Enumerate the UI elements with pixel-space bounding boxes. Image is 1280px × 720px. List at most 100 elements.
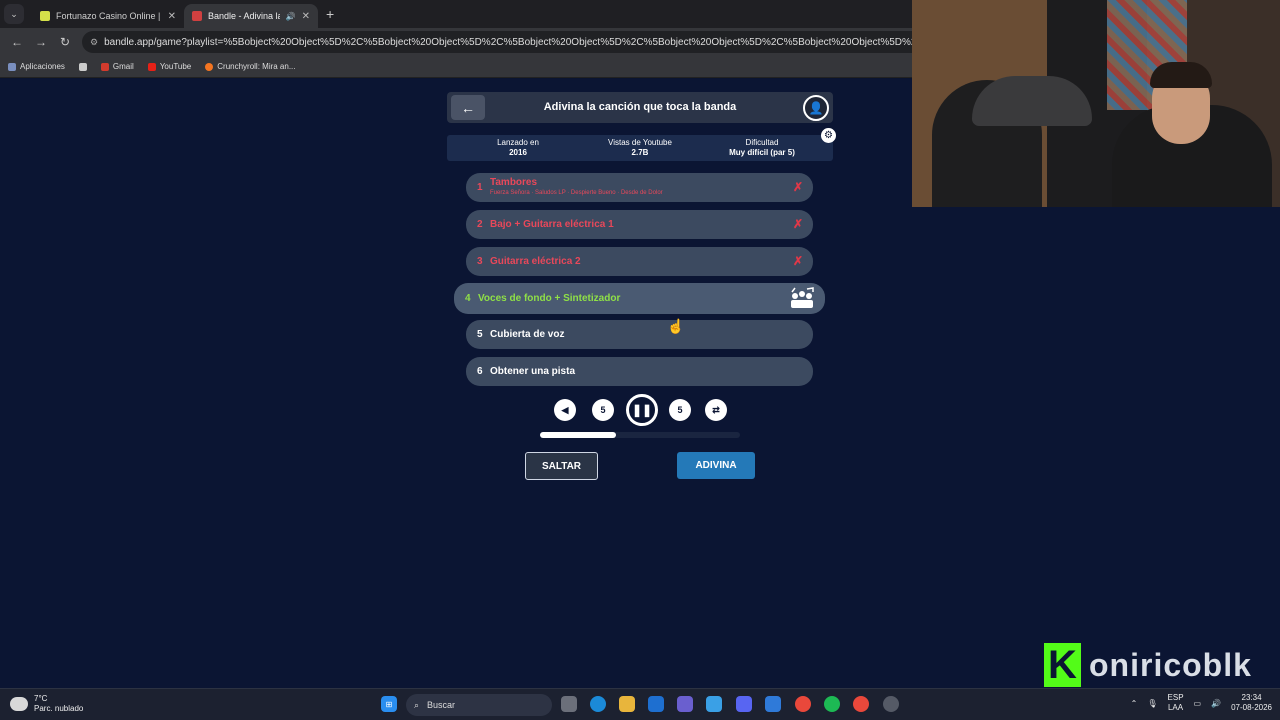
- app-icon[interactable]: [765, 696, 781, 712]
- track-label: Guitarra eléctrica 2: [490, 256, 581, 267]
- youtube-icon: [147, 62, 156, 71]
- taskbar-search[interactable]: ⌕ Buscar: [406, 694, 552, 716]
- wrong-x-icon: ✗: [792, 217, 803, 231]
- bookmark-crunchyroll[interactable]: Crunchyroll: Mira an...: [205, 62, 296, 71]
- track-row-4[interactable]: 4 Voces de fondo + Sintetizador: [454, 283, 825, 314]
- info-value: Muy difícil (par 5): [729, 148, 795, 157]
- track-row-6[interactable]: 6 Obtener una pista: [466, 357, 813, 386]
- bookmark-aplicaciones[interactable]: Aplicaciones: [8, 62, 65, 71]
- forward-label: 5: [677, 405, 683, 415]
- gmail-icon: [100, 62, 109, 71]
- windows-start-icon[interactable]: ⊞: [381, 696, 397, 712]
- site-info-icon[interactable]: ⚙: [90, 37, 98, 48]
- volume-speaker-icon[interactable]: ◀: [554, 399, 576, 421]
- clock[interactable]: 23:34 07-08-2026: [1231, 693, 1272, 713]
- spotify-icon[interactable]: [824, 696, 840, 712]
- track-label: Tambores: [490, 177, 538, 188]
- track-number: 3: [477, 256, 483, 267]
- pause-button[interactable]: ❚❚: [626, 394, 658, 426]
- bookmark-grid[interactable]: [78, 62, 87, 71]
- track-number: 1: [477, 182, 483, 193]
- track-row-3[interactable]: 3 Guitarra eléctrica 2 ✗: [466, 247, 813, 276]
- hand-cursor-icon: ☝: [667, 318, 685, 334]
- bandle-favicon-icon: [192, 11, 202, 21]
- microphone-icon[interactable]: 🎙: [1147, 699, 1157, 708]
- bookmark-label: Gmail: [112, 62, 134, 71]
- forward-5-button[interactable]: 5: [669, 399, 691, 421]
- discord-icon[interactable]: [736, 696, 752, 712]
- close-tab-icon[interactable]: ✕: [168, 11, 176, 22]
- user-profile-button[interactable]: 👤: [803, 95, 829, 121]
- guess-button[interactable]: ADIVINA: [677, 452, 755, 479]
- playback-progress-bar[interactable]: [540, 432, 740, 438]
- track-row-5[interactable]: 5 Cubierta de voz: [466, 320, 813, 349]
- track-number: 2: [477, 219, 483, 230]
- track-number: 6: [477, 366, 483, 377]
- forward-arrow-icon[interactable]: →: [34, 35, 48, 49]
- user-icon: 👤: [808, 101, 824, 115]
- rewind-label: 5: [600, 405, 606, 415]
- speaker-icon[interactable]: 🔊: [286, 12, 296, 21]
- chrome-active-icon[interactable]: [853, 696, 869, 712]
- weather-widget[interactable]: 7°C Parc. nublado: [10, 694, 83, 714]
- track-number: 5: [477, 329, 483, 340]
- settings-gear-icon[interactable]: ⚙: [821, 128, 836, 143]
- reload-icon[interactable]: ↻: [58, 35, 72, 49]
- track-label: Voces de fondo + Sintetizador: [478, 293, 621, 304]
- tab-list-chevron-icon[interactable]: ⌄: [4, 4, 24, 24]
- obs-icon[interactable]: [883, 696, 899, 712]
- teams-icon[interactable]: [677, 696, 693, 712]
- search-icon: ⌕: [414, 699, 420, 710]
- apps-grid-icon: [8, 62, 16, 71]
- browser-tab-casino[interactable]: Fortunazo Casino Online | Trag ✕: [32, 4, 184, 28]
- page-title: Adivina la canción que toca la banda: [543, 101, 737, 113]
- channel-name: oniricoblk: [1089, 646, 1252, 683]
- band-icon: [791, 287, 814, 308]
- track-label: Obtener una pista: [490, 366, 576, 377]
- clock-time: 23:34: [1241, 693, 1262, 702]
- rewind-5-button[interactable]: 5: [592, 399, 614, 421]
- info-value: 2.7B: [631, 148, 649, 157]
- track-guesses: Fuerza Señora · Saludos LP · Despierte B…: [490, 190, 663, 196]
- language-indicator[interactable]: ESP LAA: [1168, 693, 1184, 713]
- bookmark-youtube[interactable]: YouTube: [147, 62, 192, 71]
- info-label: Lanzado en: [497, 138, 539, 147]
- track-row-2[interactable]: 2 Bajo + Guitarra eléctrica 1 ✗: [466, 210, 813, 239]
- cloud-icon: [10, 697, 28, 711]
- bookmark-label: YouTube: [159, 62, 192, 71]
- network-icon[interactable]: ▭: [1194, 699, 1202, 708]
- casino-favicon-icon: [40, 11, 50, 21]
- kick-watermark: K oniricoblk: [1044, 642, 1252, 688]
- pause-icon: ❚❚: [631, 403, 653, 417]
- wrong-x-icon: ✗: [792, 254, 803, 268]
- outlook-icon[interactable]: [648, 696, 664, 712]
- search-placeholder: Buscar: [427, 700, 456, 710]
- weather-temp: 7°C: [34, 694, 48, 703]
- lang-layout: LAA: [1167, 703, 1184, 712]
- track-label: Bajo + Guitarra eléctrica 1: [490, 219, 614, 230]
- bookmark-label: Crunchyroll: Mira an...: [217, 62, 296, 71]
- lang-code: ESP: [1167, 693, 1184, 702]
- repeat-off-icon[interactable]: ⇄: [705, 399, 727, 421]
- tab-title: Fortunazo Casino Online | Trag: [56, 11, 162, 21]
- skip-button[interactable]: SALTAR: [525, 452, 598, 480]
- chrome-icon[interactable]: [795, 696, 811, 712]
- bookmark-gmail[interactable]: Gmail: [100, 62, 134, 71]
- webcam-hair: [1150, 62, 1212, 88]
- track-row-1[interactable]: 1 Tambores Fuerza Señora · Saludos LP · …: [466, 173, 813, 202]
- progress-fill: [540, 432, 616, 438]
- edge-icon[interactable]: [590, 696, 606, 712]
- copilot-icon[interactable]: [706, 696, 722, 712]
- track-number: 4: [465, 293, 471, 304]
- browser-tab-bandle[interactable]: Bandle - Adivina la canción 🔊 ✕: [184, 4, 318, 28]
- close-tab-icon[interactable]: ✕: [302, 11, 310, 22]
- task-view-icon[interactable]: [561, 696, 577, 712]
- new-tab-plus-icon[interactable]: +: [326, 6, 334, 22]
- file-explorer-icon[interactable]: [619, 696, 635, 712]
- info-label: Dificultad: [745, 138, 779, 147]
- back-arrow-icon[interactable]: ←: [10, 35, 24, 49]
- system-tray: ⌃ 🎙 ESP LAA ▭ 🔊 23:34 07-08-2026: [1131, 693, 1272, 713]
- volume-icon[interactable]: 🔊: [1211, 699, 1221, 708]
- chevron-up-icon[interactable]: ⌃: [1131, 699, 1138, 708]
- tab-title: Bandle - Adivina la canción: [208, 11, 280, 21]
